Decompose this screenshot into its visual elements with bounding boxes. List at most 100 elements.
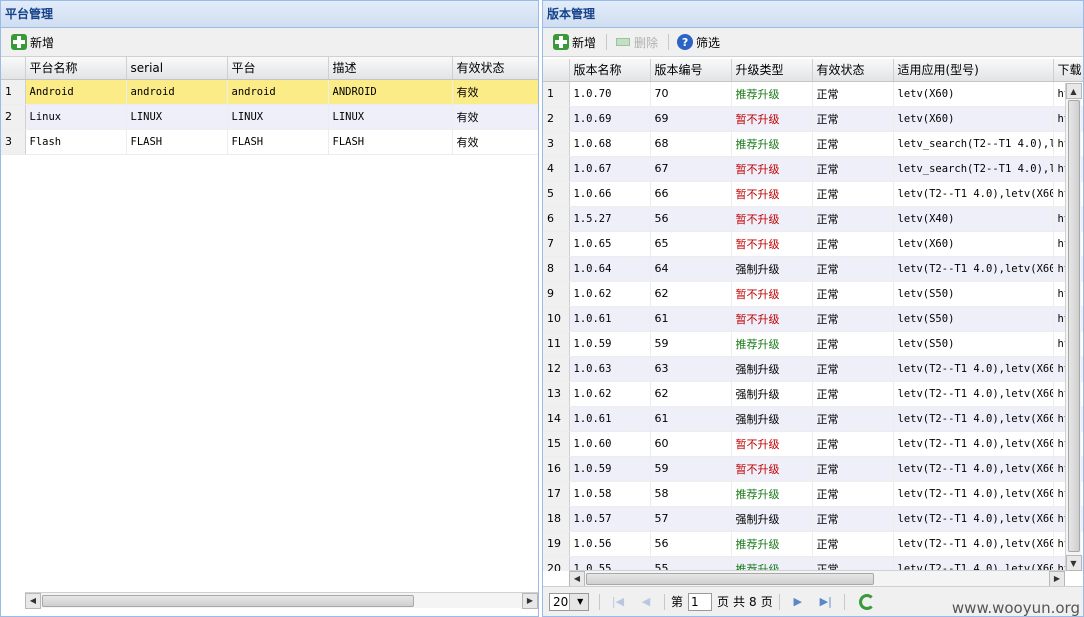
upgrade-type-cell: 推荐升级 xyxy=(731,331,813,357)
next-page-icon[interactable]: ▶ xyxy=(789,593,807,611)
table-row[interactable]: 2 1.0.69 69 暂不升级 正常 letv(X60) ht xyxy=(543,106,1083,132)
platform-cell: LINUX xyxy=(227,104,329,130)
scrollbar-thumb[interactable] xyxy=(586,572,874,585)
version-name-cell: 1.0.60 xyxy=(569,431,651,457)
table-row[interactable]: 11 1.0.59 59 推荐升级 正常 letv(S50) ht xyxy=(543,331,1083,357)
toolbar-separator xyxy=(599,593,600,610)
column-header[interactable]: 描述 xyxy=(328,57,453,80)
status-cell: 正常 xyxy=(812,531,894,557)
scroll-up-icon[interactable]: ▲ xyxy=(1065,83,1082,99)
status-cell: 正常 xyxy=(812,331,894,357)
version-code-cell: 61 xyxy=(650,306,732,332)
table-row[interactable]: 2 Linux LINUX LINUX LINUX 有效 xyxy=(1,104,538,130)
table-row[interactable]: 14 1.0.61 61 强制升级 正常 letv(T2--T1 4.0),letv(X6… xyxy=(543,406,1083,432)
row-number: 16 xyxy=(543,456,570,482)
table-row[interactable]: 6 1.5.27 56 暂不升级 正常 letv(X40) ht xyxy=(543,206,1083,232)
status-cell: 正常 xyxy=(812,81,894,107)
column-header[interactable]: 有效状态 xyxy=(812,59,894,82)
table-row[interactable]: 8 1.0.64 64 强制升级 正常 letv(T2--T1 4.0),letv(X60… xyxy=(543,256,1083,282)
table-row[interactable]: 9 1.0.62 62 暂不升级 正常 letv(S50) ht xyxy=(543,281,1083,307)
scroll-left-icon[interactable]: ◀ xyxy=(25,592,41,609)
column-header[interactable]: 适用应用(型号) xyxy=(893,59,1054,82)
table-row[interactable]: 1 Android android android ANDROID 有效 xyxy=(1,79,538,105)
table-row[interactable]: 13 1.0.62 62 强制升级 正常 letv(T2--T1 4.0),letv(X6… xyxy=(543,381,1083,407)
scroll-right-icon[interactable]: ▶ xyxy=(1049,570,1065,587)
column-header[interactable]: 版本编号 xyxy=(650,59,732,82)
scrollbar-thumb[interactable] xyxy=(1067,100,1080,552)
table-row[interactable]: 3 Flash FLASH FLASH FLASH 有效 xyxy=(1,129,538,155)
column-header[interactable]: serial xyxy=(126,57,228,80)
last-page-icon[interactable]: ▶| xyxy=(817,593,835,611)
platform-panel: 平台管理 新增 平台名称 serial 平台 描述 有效状态 1 Android a… xyxy=(0,0,539,617)
row-number: 8 xyxy=(543,256,570,282)
platform-horizontal-scrollbar[interactable]: ◀ ▶ xyxy=(25,592,538,609)
column-header[interactable]: 平台 xyxy=(227,57,329,80)
scrollbar-thumb[interactable] xyxy=(42,594,414,607)
refresh-icon[interactable] xyxy=(858,593,875,610)
version-name-cell: 1.0.61 xyxy=(569,406,651,432)
column-header[interactable]: 版本名称 xyxy=(569,59,651,82)
version-horizontal-scrollbar[interactable]: ◀ ▶ xyxy=(569,570,1065,587)
table-row[interactable]: 15 1.0.60 60 暂不升级 正常 letv(T2--T1 4.0),letv(X6… xyxy=(543,431,1083,457)
row-number: 20 xyxy=(543,556,570,571)
toolbar-separator xyxy=(778,593,780,610)
scroll-right-icon[interactable]: ▶ xyxy=(522,592,538,609)
status-cell: 正常 xyxy=(812,106,894,132)
version-vertical-scrollbar[interactable]: ▲ ▼ xyxy=(1065,83,1082,571)
column-header[interactable]: 平台名称 xyxy=(25,57,127,80)
chevron-down-icon[interactable]: ▼ xyxy=(568,593,588,610)
page-size-select[interactable]: 20 ▼ xyxy=(549,592,589,611)
version-add-button[interactable]: 新增 xyxy=(549,31,600,53)
table-row[interactable]: 5 1.0.66 66 暂不升级 正常 letv(T2--T1 4.0),letv(X60… xyxy=(543,181,1083,207)
table-row[interactable]: 16 1.0.59 59 暂不升级 正常 letv(T2--T1 4.0),letv(X6… xyxy=(543,456,1083,482)
version-grid-viewport: 版本名称 版本编号 升级类型 有效状态 适用应用(型号) 下载 1 1.0.70 7… xyxy=(543,59,1083,571)
version-filter-button[interactable]: ? 筛选 xyxy=(673,31,724,53)
version-code-cell: 61 xyxy=(650,406,732,432)
platform-name-cell: Android xyxy=(25,79,127,105)
platform-grid: 平台名称 serial 平台 描述 有效状态 1 Android android an… xyxy=(1,57,538,155)
version-delete-button[interactable]: 删除 xyxy=(611,31,662,53)
first-page-icon[interactable]: |◀ xyxy=(609,593,627,611)
table-row[interactable]: 19 1.0.56 56 推荐升级 正常 letv(T2--T1 4.0),letv(X6… xyxy=(543,531,1083,557)
status-cell: 正常 xyxy=(812,181,894,207)
platform-toolbar: 新增 xyxy=(1,28,538,57)
prev-page-icon[interactable]: ◀ xyxy=(637,593,655,611)
scroll-down-icon[interactable]: ▼ xyxy=(1065,555,1082,571)
status-cell: 正常 xyxy=(812,206,894,232)
table-row[interactable]: 4 1.0.67 67 暂不升级 正常 letv_search(T2--T1 4.0),l… xyxy=(543,156,1083,182)
status-cell: 正常 xyxy=(812,481,894,507)
table-row[interactable]: 17 1.0.58 58 推荐升级 正常 letv(T2--T1 4.0),letv(X6… xyxy=(543,481,1083,507)
app-model-cell: letv(T2--T1 4.0),letv(X60) xyxy=(893,181,1054,207)
description-cell: ANDROID xyxy=(328,79,453,105)
app-model-cell: letv(S50) xyxy=(893,281,1054,307)
table-row[interactable]: 3 1.0.68 68 推荐升级 正常 letv_search(T2--T1 4.0),l… xyxy=(543,131,1083,157)
upgrade-type-cell: 暂不升级 xyxy=(731,231,813,257)
column-header[interactable]: 升级类型 xyxy=(731,59,813,82)
table-row[interactable]: 12 1.0.63 63 强制升级 正常 letv(T2--T1 4.0),letv(X6… xyxy=(543,356,1083,382)
serial-cell: LINUX xyxy=(126,104,228,130)
column-header[interactable]: 下载 xyxy=(1053,59,1083,82)
app-model-cell: letv(T2--T1 4.0),letv(X60) xyxy=(893,506,1054,532)
scroll-left-icon[interactable]: ◀ xyxy=(569,570,585,587)
version-code-cell: 60 xyxy=(650,431,732,457)
table-row[interactable]: 7 1.0.65 65 暂不升级 正常 letv(X60) ht xyxy=(543,231,1083,257)
table-row[interactable]: 10 1.0.61 61 暂不升级 正常 letv(S50) ht xyxy=(543,306,1083,332)
platform-add-button[interactable]: 新增 xyxy=(7,31,58,53)
app-model-cell: letv(T2--T1 4.0),letv(X60) xyxy=(893,431,1054,457)
table-row[interactable]: 18 1.0.57 57 强制升级 正常 letv(T2--T1 4.0),letv(X6… xyxy=(543,506,1083,532)
row-number: 18 xyxy=(543,506,570,532)
page-prefix-label: 第 xyxy=(671,595,684,609)
platform-panel-title: 平台管理 xyxy=(1,1,538,28)
version-name-cell: 1.0.64 xyxy=(569,256,651,282)
version-panel: 版本管理 新增 删除 ? 筛选 版本名称 版本编号 升级类型 有效状态 适用应用… xyxy=(542,0,1084,617)
row-number: 14 xyxy=(543,406,570,432)
upgrade-type-cell: 推荐升级 xyxy=(731,131,813,157)
status-cell: 正常 xyxy=(812,406,894,432)
current-page-input[interactable]: 1 xyxy=(688,592,713,611)
table-row[interactable]: 1 1.0.70 70 推荐升级 正常 letv(X60) ht xyxy=(543,81,1083,107)
description-cell: LINUX xyxy=(328,104,453,130)
version-code-cell: 67 xyxy=(650,156,732,182)
table-row[interactable]: 20 1.0.55 55 推荐升级 正常 letv(T2--T1 4.0),letv(X6… xyxy=(543,556,1083,571)
column-header[interactable]: 有效状态 xyxy=(452,57,538,80)
app-model-cell: letv(T2--T1 4.0),letv(X60) xyxy=(893,381,1054,407)
